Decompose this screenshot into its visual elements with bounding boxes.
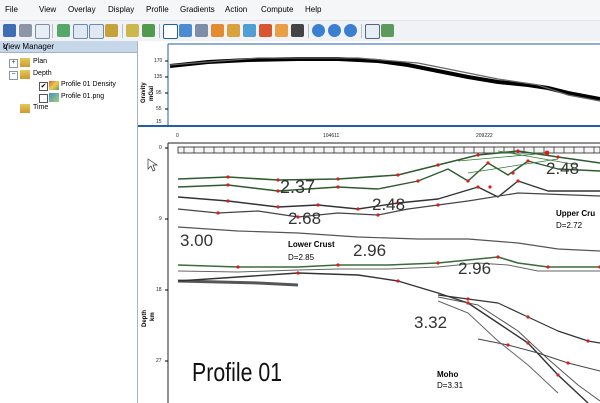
menu-file[interactable]: File: [5, 5, 18, 14]
toolbar-separator: [122, 24, 123, 38]
density-label: 3.32: [414, 313, 448, 332]
menu-help[interactable]: Help: [305, 5, 321, 14]
brush-icon[interactable]: [275, 24, 288, 37]
zoom-minus-icon[interactable]: [328, 24, 341, 37]
tree-item-profile-png[interactable]: Profile 01.png: [61, 93, 104, 100]
density-label: 2.48: [372, 195, 406, 214]
zoom-out-icon[interactable]: [89, 24, 104, 39]
show-icon[interactable]: [291, 24, 304, 37]
print-icon[interactable]: [19, 24, 32, 37]
globe-icon[interactable]: [243, 24, 256, 37]
distance-tick: 0: [176, 133, 179, 139]
density-label: 2.48: [546, 159, 580, 178]
toolbar-separator: [361, 24, 362, 38]
distance-tick: 104611: [323, 133, 340, 139]
density-label: 2.68: [288, 209, 322, 228]
folder-icon: [20, 104, 30, 113]
profile-image-checkbox[interactable]: [39, 94, 48, 103]
mouse-cursor-icon: [147, 158, 159, 172]
gravity-tick: 15: [156, 119, 162, 125]
moho-density: D=3.31: [437, 381, 464, 390]
density-label: 2.96: [353, 241, 387, 260]
zoom-window-icon[interactable]: [73, 24, 88, 39]
expand-plan-toggle[interactable]: +: [9, 59, 18, 68]
tree-item-depth[interactable]: Depth: [33, 70, 52, 77]
upper-crust-density: D=2.72: [556, 221, 583, 230]
calculated-gravity-curve: [169, 57, 600, 102]
depth-tick: 27: [156, 358, 162, 364]
select-icon[interactable]: [211, 24, 224, 37]
save-icon[interactable]: [3, 24, 16, 37]
surface-layer: [177, 146, 600, 154]
map-icon[interactable]: [381, 24, 394, 37]
image-icon: [49, 93, 59, 102]
density-label: 2.37: [280, 177, 316, 197]
rotate-icon[interactable]: [227, 24, 240, 37]
menu-gradients[interactable]: Gradients: [180, 5, 215, 14]
pan-icon[interactable]: [344, 24, 357, 37]
pencil-icon[interactable]: [259, 24, 272, 37]
lower-crust-label: Lower Crust: [288, 240, 335, 249]
pointer-icon[interactable]: [163, 24, 178, 39]
depth-tick: 0: [159, 145, 162, 151]
depth-tick: 9: [159, 216, 162, 222]
upper-crust-label: Upper Cru: [556, 209, 596, 218]
gravity-axis-label: Gravity: [141, 82, 147, 103]
expand-depth-toggle[interactable]: −: [9, 71, 18, 80]
profile-graphics: [138, 43, 600, 403]
density-label: 3.00: [180, 231, 214, 250]
menu-display[interactable]: Display: [108, 5, 134, 14]
moho-label: Moho: [437, 370, 459, 379]
tree-item-profile-density[interactable]: Profile 01 Density: [61, 81, 116, 88]
grid-alt-icon[interactable]: [142, 24, 155, 37]
tree-item-time[interactable]: Time: [33, 104, 48, 111]
pin-icon[interactable]: ɋ: [3, 42, 133, 51]
distance-tick: 209222: [476, 133, 493, 139]
density-label: 2.96: [458, 259, 492, 278]
menu-view[interactable]: View: [39, 5, 56, 14]
toolbar: [0, 21, 600, 42]
new-profile-icon[interactable]: [57, 24, 70, 37]
menu-bar: File View Overlay Display Profile Gradie…: [0, 0, 600, 21]
gravity-axis-unit: mGal: [149, 85, 155, 101]
density-model-icon: [49, 81, 59, 90]
grid-icon[interactable]: [126, 24, 139, 37]
toolbar-separator: [159, 24, 160, 38]
toolbar-separator: [52, 24, 53, 38]
gravity-tick: 95: [156, 90, 162, 96]
copy-icon[interactable]: [365, 24, 380, 39]
depth-axis-label: Depth: [142, 310, 148, 327]
view-manager-title-bar: View Manager ɋ: [0, 41, 137, 53]
profile-density-checkbox[interactable]: ✔: [39, 82, 48, 91]
toolbar-separator: [308, 24, 309, 38]
menu-overlay[interactable]: Overlay: [68, 5, 96, 14]
main-view-area: Gravity mGal 170 135 95 55 15 0 104611 2…: [138, 41, 600, 403]
menu-compute[interactable]: Compute: [261, 5, 293, 14]
folder-icon: [20, 58, 30, 67]
undo-icon[interactable]: [35, 24, 50, 39]
depth-axis-unit: km: [150, 312, 156, 321]
gravity-tick: 170: [154, 58, 163, 64]
gravity-tick: 135: [154, 74, 163, 80]
folder-icon: [20, 70, 30, 79]
menu-profile[interactable]: Profile: [146, 5, 169, 14]
view-manager-panel: View Manager ɋ + Plan − Depth ✔ Profile …: [0, 41, 138, 403]
gravity-tick: 55: [156, 106, 162, 112]
tree-item-plan[interactable]: Plan: [33, 58, 47, 65]
lower-crust-density: D=2.85: [288, 253, 315, 262]
profile-title: Profile 01: [192, 357, 283, 387]
zoom-in-icon[interactable]: [312, 24, 325, 37]
depth-tick: 18: [156, 287, 162, 293]
observed-gravity-curve: [169, 57, 600, 101]
link-icon[interactable]: [195, 24, 208, 37]
edit-body-icon[interactable]: [179, 24, 192, 37]
menu-action[interactable]: Action: [225, 5, 247, 14]
layers-icon[interactable]: [105, 24, 118, 37]
